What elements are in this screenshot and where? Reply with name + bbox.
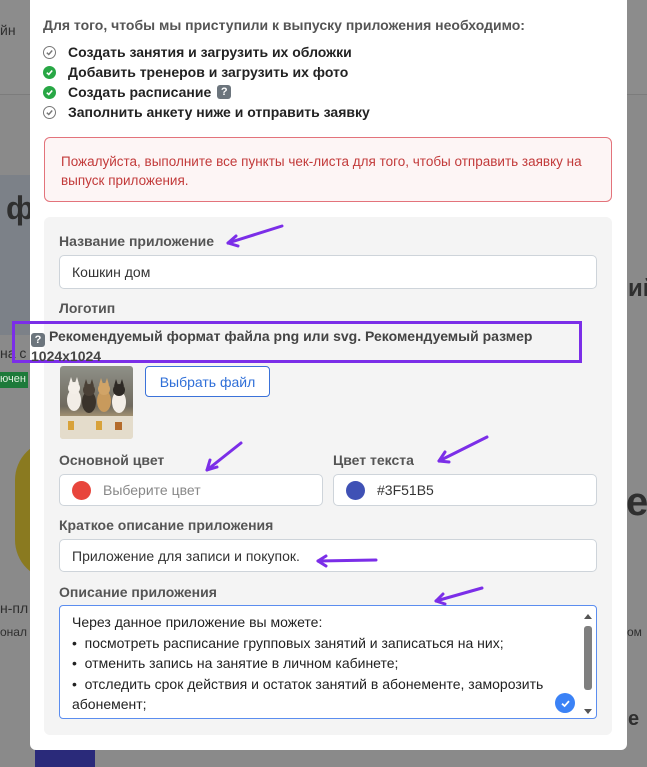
- background-text-fragment-5: е: [628, 708, 640, 730]
- background-nav-fragment: йн: [0, 22, 16, 38]
- help-icon[interactable]: ?: [31, 333, 45, 347]
- text-color-swatch: [346, 480, 365, 500]
- background-text-fragment-3: онал: [0, 625, 27, 639]
- choose-file-button[interactable]: Выбрать файл: [145, 366, 270, 397]
- checklist-item: Заполнить анкету ниже и отправить заявку: [43, 102, 370, 122]
- checklist-intro: Для того, чтобы мы приступили к выпуску …: [43, 17, 525, 33]
- pending-check-icon: [43, 45, 56, 59]
- checklist-item: Создать занятия и загрузить их обложки: [43, 42, 370, 62]
- logo-label: Логотип: [59, 300, 116, 316]
- app-name-label: Название приложение: [59, 233, 215, 249]
- main-color-swatch: [72, 480, 91, 500]
- background-heading-fragment-2: е: [626, 480, 647, 524]
- background-text-fragment-2: н-пл: [0, 600, 29, 616]
- error-alert: Пожалуйста, выполните все пункты чек-лис…: [44, 137, 612, 202]
- scroll-up-arrow-icon[interactable]: [584, 614, 592, 619]
- short-description-label: Краткое описание приложения: [59, 517, 274, 533]
- checklist-item-label: Создать расписание: [68, 84, 212, 100]
- textarea-scrollbar[interactable]: [584, 614, 592, 714]
- text-color-input[interactable]: #3F51B5: [333, 474, 597, 506]
- text-color-label: Цвет текста: [333, 452, 414, 468]
- description-line: • отследить срок действия и остаток заня…: [72, 675, 548, 713]
- main-color-placeholder: Выберите цвет: [103, 482, 201, 498]
- app-name-input[interactable]: Кошкин дом: [59, 255, 597, 289]
- description-line: • отменить запись на занятие в личном ка…: [72, 655, 399, 671]
- description-label: Описание приложения: [59, 584, 217, 600]
- help-icon[interactable]: ?: [217, 85, 232, 99]
- logo-hint-highlight: ? Рекомендуемый формат файла png или svg.…: [12, 321, 582, 364]
- completed-check-icon: [43, 85, 56, 99]
- main-color-input[interactable]: Выберите цвет: [59, 474, 323, 506]
- description-line: • посмотреть расписание групповых заняти…: [72, 634, 504, 651]
- pending-check-icon: [43, 105, 56, 119]
- description-line: Через данное приложение вы можете:: [72, 614, 323, 630]
- scrollbar-thumb[interactable]: [584, 626, 592, 690]
- short-description-input[interactable]: Приложение для записи и покупок.: [59, 539, 597, 572]
- logo-preview-image: [60, 366, 133, 439]
- main-color-label: Основной цвет: [59, 452, 165, 468]
- checklist-item-label: Создать занятия и загрузить их обложки: [68, 44, 352, 60]
- background-text-fragment-4: ом: [627, 625, 642, 639]
- release-checklist: Создать занятия и загрузить их обложки Д…: [43, 42, 370, 122]
- checklist-item: Создать расписание ?: [43, 82, 370, 102]
- checklist-item-label: Добавить тренеров и загрузить их фото: [68, 64, 349, 80]
- grammar-check-icon[interactable]: [555, 693, 575, 713]
- checklist-item-label: Заполнить анкету ниже и отправить заявку: [68, 104, 370, 120]
- background-badge-text: ючен: [0, 373, 26, 385]
- description-textarea[interactable]: Через данное приложение вы можете: • пос…: [59, 605, 597, 719]
- completed-check-icon: [43, 65, 56, 79]
- checklist-item: Добавить тренеров и загрузить их фото: [43, 62, 370, 82]
- text-color-value: #3F51B5: [377, 482, 434, 498]
- logo-hint-text: Рекомендуемый формат файла png или svg. …: [31, 328, 533, 364]
- background-heading-fragment-right: ий: [628, 275, 647, 302]
- scroll-down-arrow-icon[interactable]: [584, 709, 592, 714]
